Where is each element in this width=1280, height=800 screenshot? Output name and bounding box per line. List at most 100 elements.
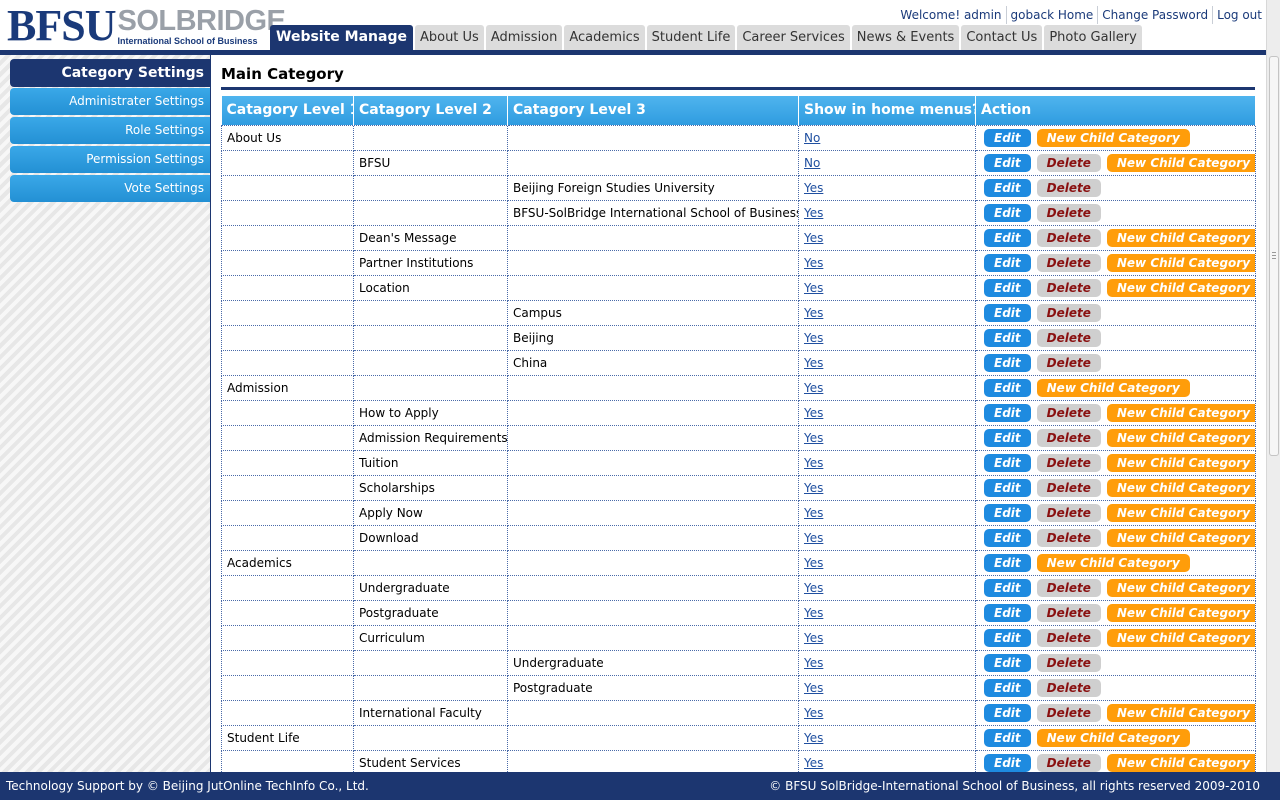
edit-button[interactable]: Edit	[984, 228, 1031, 247]
new-child-category-button[interactable]: New Child Category	[1036, 128, 1190, 147]
new-child-category-button[interactable]: New Child Category	[1106, 703, 1255, 722]
show-home-toggle-link[interactable]: Yes	[804, 406, 823, 420]
tab-news-events[interactable]: News & Events	[851, 25, 960, 50]
edit-button[interactable]: Edit	[984, 578, 1031, 597]
tab-about-us[interactable]: About Us	[414, 25, 484, 50]
edit-button[interactable]: Edit	[984, 728, 1031, 747]
edit-button[interactable]: Edit	[984, 353, 1031, 372]
show-home-toggle-link[interactable]: Yes	[804, 706, 823, 720]
delete-button[interactable]: Delete	[1036, 603, 1101, 622]
edit-button[interactable]: Edit	[984, 303, 1031, 322]
edit-button[interactable]: Edit	[984, 603, 1031, 622]
show-home-toggle-link[interactable]: Yes	[804, 581, 823, 595]
show-home-toggle-link[interactable]: Yes	[804, 306, 823, 320]
tab-contact-us[interactable]: Contact Us	[961, 25, 1043, 50]
goback-home-link[interactable]: goback Home	[1005, 6, 1098, 24]
show-home-toggle-link[interactable]: Yes	[804, 556, 823, 570]
logo[interactable]: BFSU SOLBRIDGE International School of B…	[7, 4, 286, 48]
delete-button[interactable]: Delete	[1036, 328, 1101, 347]
edit-button[interactable]: Edit	[984, 178, 1031, 197]
new-child-category-button[interactable]: New Child Category	[1106, 253, 1255, 272]
delete-button[interactable]: Delete	[1036, 653, 1101, 672]
sidebar-item-vote-settings[interactable]: Vote Settings	[10, 175, 210, 202]
show-home-toggle-link[interactable]: Yes	[804, 431, 823, 445]
tab-admission[interactable]: Admission	[485, 25, 563, 50]
delete-button[interactable]: Delete	[1036, 503, 1101, 522]
logout-link[interactable]: Log out	[1212, 6, 1266, 24]
vertical-scrollbar[interactable]	[1266, 0, 1280, 772]
show-home-toggle-link[interactable]: Yes	[804, 606, 823, 620]
show-home-toggle-link[interactable]: Yes	[804, 181, 823, 195]
new-child-category-button[interactable]: New Child Category	[1036, 553, 1190, 572]
edit-button[interactable]: Edit	[984, 553, 1031, 572]
new-child-category-button[interactable]: New Child Category	[1106, 578, 1255, 597]
sidebar-item-permission-settings[interactable]: Permission Settings	[10, 146, 210, 173]
edit-button[interactable]: Edit	[984, 328, 1031, 347]
new-child-category-button[interactable]: New Child Category	[1106, 153, 1255, 172]
new-child-category-button[interactable]: New Child Category	[1036, 378, 1190, 397]
delete-button[interactable]: Delete	[1036, 528, 1101, 547]
edit-button[interactable]: Edit	[984, 653, 1031, 672]
show-home-toggle-link[interactable]: Yes	[804, 656, 823, 670]
tab-photo-gallery[interactable]: Photo Gallery	[1044, 25, 1142, 50]
edit-button[interactable]: Edit	[984, 128, 1031, 147]
show-home-toggle-link[interactable]: Yes	[804, 206, 823, 220]
show-home-toggle-link[interactable]: Yes	[804, 631, 823, 645]
show-home-toggle-link[interactable]: Yes	[804, 331, 823, 345]
delete-button[interactable]: Delete	[1036, 628, 1101, 647]
show-home-toggle-link[interactable]: Yes	[804, 231, 823, 245]
tab-student-life[interactable]: Student Life	[646, 25, 736, 50]
show-home-toggle-link[interactable]: Yes	[804, 381, 823, 395]
show-home-toggle-link[interactable]: Yes	[804, 481, 823, 495]
show-home-toggle-link[interactable]: Yes	[804, 731, 823, 745]
new-child-category-button[interactable]: New Child Category	[1106, 603, 1255, 622]
show-home-toggle-link[interactable]: Yes	[804, 756, 823, 770]
delete-button[interactable]: Delete	[1036, 178, 1101, 197]
edit-button[interactable]: Edit	[984, 378, 1031, 397]
edit-button[interactable]: Edit	[984, 428, 1031, 447]
tab-academics[interactable]: Academics	[564, 25, 645, 50]
delete-button[interactable]: Delete	[1036, 453, 1101, 472]
sidebar-item-role-settings[interactable]: Role Settings	[10, 117, 210, 144]
delete-button[interactable]: Delete	[1036, 703, 1101, 722]
show-home-toggle-link[interactable]: Yes	[804, 256, 823, 270]
show-home-toggle-link[interactable]: No	[804, 131, 820, 145]
delete-button[interactable]: Delete	[1036, 228, 1101, 247]
new-child-category-button[interactable]: New Child Category	[1106, 478, 1255, 497]
sidebar-title[interactable]: Category Settings	[10, 59, 210, 87]
edit-button[interactable]: Edit	[984, 528, 1031, 547]
edit-button[interactable]: Edit	[984, 678, 1031, 697]
new-child-category-button[interactable]: New Child Category	[1106, 453, 1255, 472]
new-child-category-button[interactable]: New Child Category	[1036, 728, 1190, 747]
scrollbar-thumb[interactable]	[1269, 56, 1279, 456]
edit-button[interactable]: Edit	[984, 253, 1031, 272]
show-home-toggle-link[interactable]: Yes	[804, 506, 823, 520]
edit-button[interactable]: Edit	[984, 278, 1031, 297]
sidebar-item-administrater-settings[interactable]: Administrater Settings	[10, 88, 210, 115]
delete-button[interactable]: Delete	[1036, 153, 1101, 172]
new-child-category-button[interactable]: New Child Category	[1106, 503, 1255, 522]
delete-button[interactable]: Delete	[1036, 353, 1101, 372]
show-home-toggle-link[interactable]: Yes	[804, 456, 823, 470]
delete-button[interactable]: Delete	[1036, 253, 1101, 272]
delete-button[interactable]: Delete	[1036, 678, 1101, 697]
new-child-category-button[interactable]: New Child Category	[1106, 228, 1255, 247]
edit-button[interactable]: Edit	[984, 153, 1031, 172]
new-child-category-button[interactable]: New Child Category	[1106, 628, 1255, 647]
edit-button[interactable]: Edit	[984, 478, 1031, 497]
new-child-category-button[interactable]: New Child Category	[1106, 278, 1255, 297]
edit-button[interactable]: Edit	[984, 403, 1031, 422]
edit-button[interactable]: Edit	[984, 503, 1031, 522]
show-home-toggle-link[interactable]: Yes	[804, 531, 823, 545]
edit-button[interactable]: Edit	[984, 703, 1031, 722]
delete-button[interactable]: Delete	[1036, 578, 1101, 597]
edit-button[interactable]: Edit	[984, 753, 1031, 772]
delete-button[interactable]: Delete	[1036, 753, 1101, 772]
show-home-toggle-link[interactable]: No	[804, 156, 820, 170]
show-home-toggle-link[interactable]: Yes	[804, 281, 823, 295]
edit-button[interactable]: Edit	[984, 203, 1031, 222]
delete-button[interactable]: Delete	[1036, 428, 1101, 447]
delete-button[interactable]: Delete	[1036, 303, 1101, 322]
show-home-toggle-link[interactable]: Yes	[804, 681, 823, 695]
new-child-category-button[interactable]: New Child Category	[1106, 528, 1255, 547]
